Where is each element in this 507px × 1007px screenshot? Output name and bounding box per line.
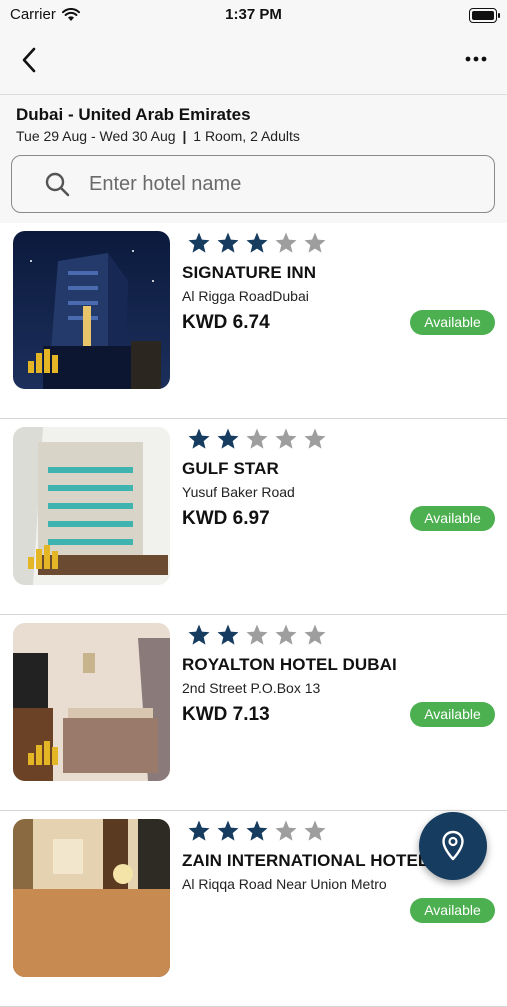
map-pin-icon <box>442 830 464 861</box>
star-empty-icon <box>304 820 326 841</box>
stay-dates: Tue 29 Aug - Wed 30 Aug <box>16 128 176 144</box>
hotel-name: ROYALTON HOTEL DUBAI <box>182 655 397 674</box>
hotel-search-box[interactable] <box>11 155 495 213</box>
star-rating <box>187 231 327 255</box>
star-empty-icon <box>275 232 297 253</box>
star-empty-icon <box>275 428 297 449</box>
availability-badge: Available <box>410 702 495 727</box>
star-empty-icon <box>275 820 297 841</box>
hotel-photo <box>13 623 170 781</box>
star-filled-icon <box>246 232 268 253</box>
battery-icon <box>469 8 500 23</box>
hotel-name: GULF STAR <box>182 459 279 478</box>
star-filled-icon <box>188 624 210 645</box>
stay-details: Tue 29 Aug - Wed 30 Aug | 1 Room, 2 Adul… <box>16 128 300 144</box>
star-filled-icon <box>217 428 239 449</box>
hotel-address: Al Rigga RoadDubai <box>182 288 309 304</box>
hotel-row[interactable]: SIGNATURE INN Al Rigga RoadDubai KWD 6.7… <box>0 223 507 419</box>
star-filled-icon <box>188 428 210 449</box>
hotel-address: Yusuf Baker Road <box>182 484 295 500</box>
status-bar: Carrier 1:37 PM <box>0 0 507 30</box>
availability-badge: Available <box>410 310 495 335</box>
more-horizontal-icon <box>465 56 487 62</box>
chevron-left-icon <box>22 47 36 73</box>
hotel-price: KWD 6.74 <box>182 312 270 333</box>
navigation-bar <box>0 30 507 95</box>
star-filled-icon <box>188 820 210 841</box>
hotel-address: 2nd Street P.O.Box 13 <box>182 680 321 696</box>
star-empty-icon <box>304 428 326 449</box>
star-empty-icon <box>246 624 268 645</box>
occupancy: 1 Room, 2 Adults <box>193 128 300 144</box>
destination-title: Dubai - United Arab Emirates <box>16 105 251 124</box>
star-empty-icon <box>246 428 268 449</box>
star-filled-icon <box>217 624 239 645</box>
hotel-name-input[interactable] <box>87 171 451 197</box>
more-options-button[interactable] <box>459 46 493 72</box>
star-filled-icon <box>188 232 210 253</box>
star-filled-icon <box>217 232 239 253</box>
star-rating <box>187 819 327 843</box>
hotel-photo <box>13 427 170 585</box>
star-filled-icon <box>246 820 268 841</box>
hotel-price: KWD 6.97 <box>182 508 270 529</box>
hotel-list: SIGNATURE INN Al Rigga RoadDubai KWD 6.7… <box>0 223 507 1007</box>
separator: | <box>182 128 187 144</box>
back-button[interactable] <box>14 44 44 76</box>
star-empty-icon <box>275 624 297 645</box>
hotel-price: KWD 7.13 <box>182 704 270 725</box>
star-filled-icon <box>217 820 239 841</box>
search-icon <box>45 172 70 197</box>
hotel-row[interactable]: GULF STAR Yusuf Baker Road KWD 6.97 Avai… <box>0 419 507 615</box>
hotel-name: ZAIN INTERNATIONAL HOTEL <box>182 851 429 870</box>
clock: 1:37 PM <box>225 6 282 23</box>
star-rating <box>187 623 327 647</box>
availability-badge: Available <box>410 898 495 923</box>
hotel-name: SIGNATURE INN <box>182 263 317 282</box>
star-empty-icon <box>304 624 326 645</box>
hotel-photo <box>13 819 170 977</box>
hotel-row[interactable]: ROYALTON HOTEL DUBAI 2nd Street P.O.Box … <box>0 615 507 811</box>
map-view-button[interactable] <box>419 812 487 880</box>
hotel-photo <box>13 231 170 389</box>
hotel-address: Al Riqqa Road Near Union Metro <box>182 876 387 892</box>
star-rating <box>187 427 327 451</box>
availability-badge: Available <box>410 506 495 531</box>
search-summary: Dubai - United Arab Emirates Tue 29 Aug … <box>0 95 507 223</box>
star-empty-icon <box>304 232 326 253</box>
